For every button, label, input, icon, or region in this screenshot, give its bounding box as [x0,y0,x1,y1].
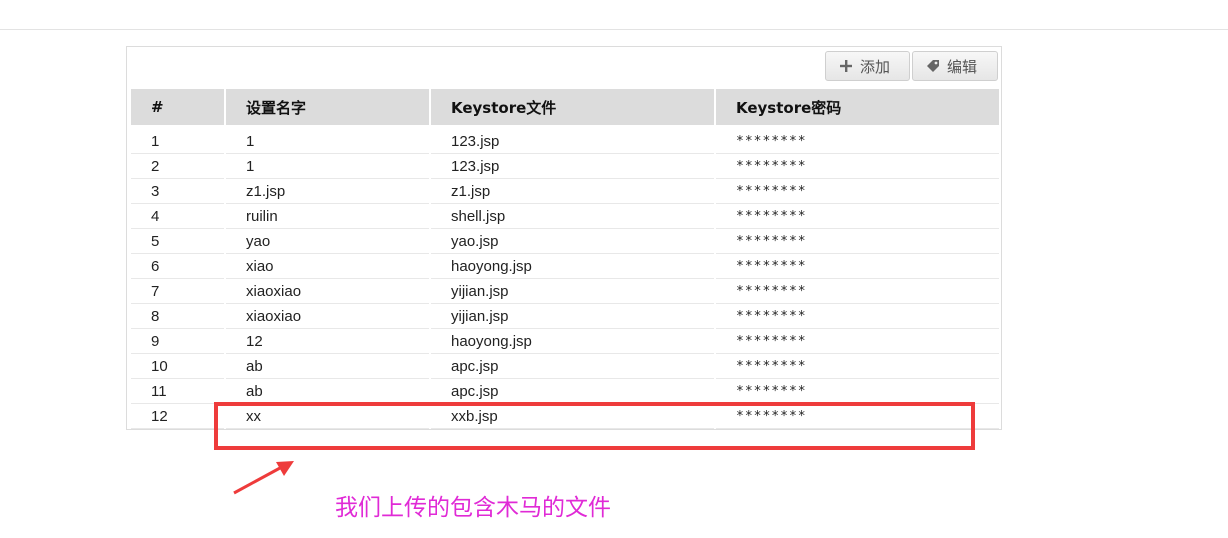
cell-number: 12 [131,404,224,429]
toolbar: 添加 编辑 [825,51,998,81]
cell-keystore-file: shell.jsp [431,204,714,229]
table-row[interactable]: 4 ruilin shell.jsp ******** [131,204,999,229]
cell-setting-name: 1 [226,125,429,154]
table-row[interactable]: 10 ab apc.jsp ******** [131,354,999,379]
edit-button[interactable]: 编辑 [912,51,998,81]
table-row[interactable]: 5 yao yao.jsp ******** [131,229,999,254]
cell-setting-name: xiaoxiao [226,304,429,329]
cell-keystore-file: yijian.jsp [431,279,714,304]
cell-number: 3 [131,179,224,204]
arrow-icon [233,461,294,495]
cell-keystore-file: apc.jsp [431,354,714,379]
add-button[interactable]: 添加 [825,51,910,81]
cell-setting-name: yao [226,229,429,254]
cell-keystore-password: ******** [716,379,999,404]
cell-keystore-file: yao.jsp [431,229,714,254]
cell-number: 5 [131,229,224,254]
table-row[interactable]: 11 ab apc.jsp ******** [131,379,999,404]
cell-number: 6 [131,254,224,279]
cell-setting-name: 12 [226,329,429,354]
cell-keystore-file: 123.jsp [431,154,714,179]
cell-setting-name: z1.jsp [226,179,429,204]
table-row[interactable]: 6 xiao haoyong.jsp ******** [131,254,999,279]
keystore-table: # 设置名字 Keystore文件 Keystore密码 1 1 123.jsp **… [129,89,1001,429]
cell-setting-name: ab [226,354,429,379]
cell-setting-name: xiao [226,254,429,279]
cell-keystore-password: ******** [716,154,999,179]
cell-number: 2 [131,154,224,179]
table-row[interactable]: 7 xiaoxiao yijian.jsp ******** [131,279,999,304]
column-header-setting-name[interactable]: 设置名字 [226,89,429,125]
table-row[interactable]: 1 1 123.jsp ******** [131,125,999,154]
table-row[interactable]: 9 12 haoyong.jsp ******** [131,329,999,354]
cell-keystore-password: ******** [716,329,999,354]
cell-number: 11 [131,379,224,404]
cell-number: 1 [131,125,224,154]
table-row[interactable]: 3 z1.jsp z1.jsp ******** [131,179,999,204]
column-header-number[interactable]: # [131,89,224,125]
column-header-keystore-password[interactable]: Keystore密码 [716,89,999,125]
edit-button-label: 编辑 [947,58,978,76]
cell-setting-name: 1 [226,154,429,179]
cell-keystore-file: z1.jsp [431,179,714,204]
highlight-box [214,402,975,450]
add-button-label: 添加 [860,58,891,76]
cell-keystore-file: apc.jsp [431,379,714,404]
cell-setting-name: ab [226,379,429,404]
cell-keystore-password: ******** [716,179,999,204]
plus-icon [838,58,854,74]
cell-setting-name: xiaoxiao [226,279,429,304]
cell-setting-name: ruilin [226,204,429,229]
cell-number: 8 [131,304,224,329]
cell-keystore-password: ******** [716,204,999,229]
cell-keystore-password: ******** [716,229,999,254]
cell-keystore-file: haoyong.jsp [431,329,714,354]
table-row[interactable]: 2 1 123.jsp ******** [131,154,999,179]
table-row[interactable]: 8 xiaoxiao yijian.jsp ******** [131,304,999,329]
cell-keystore-file: haoyong.jsp [431,254,714,279]
annotation-text: 我们上传的包含木马的文件 [335,495,611,521]
cell-keystore-password: ******** [716,304,999,329]
cell-number: 4 [131,204,224,229]
cell-number: 10 [131,354,224,379]
column-header-keystore-file[interactable]: Keystore文件 [431,89,714,125]
keystore-panel: 添加 编辑 # 设置名字 Keystore文件 Keystore密码 1 1 123… [126,46,1002,430]
cell-number: 7 [131,279,224,304]
cell-keystore-password: ******** [716,125,999,154]
cell-keystore-file: 123.jsp [431,125,714,154]
cell-keystore-file: yijian.jsp [431,304,714,329]
table-header-row: # 设置名字 Keystore文件 Keystore密码 [131,89,999,125]
tag-icon [925,58,941,74]
cell-keystore-password: ******** [716,279,999,304]
top-divider [0,29,1228,30]
cell-keystore-password: ******** [716,354,999,379]
cell-keystore-password: ******** [716,254,999,279]
cell-number: 9 [131,329,224,354]
